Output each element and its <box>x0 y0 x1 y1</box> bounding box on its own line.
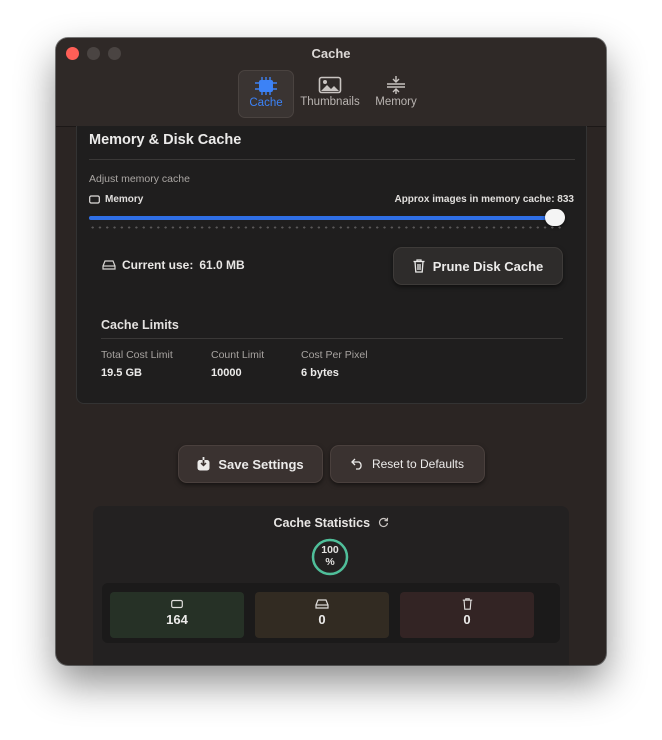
window-title: Cache <box>311 46 351 61</box>
save-settings-label: Save Settings <box>218 456 304 472</box>
slider-thumb[interactable] <box>545 209 566 226</box>
photo-icon <box>318 76 342 94</box>
memory-label-text: Memory <box>105 194 144 205</box>
count-limit-value: 10000 <box>211 367 242 379</box>
count-limit-label: Count Limit <box>211 349 265 361</box>
reset-to-defaults-label: Reset to Defaults <box>371 457 465 471</box>
tab-thumbnails-label: Thumbnails <box>300 96 360 108</box>
current-use: Current use: 61.0 MB <box>102 258 245 272</box>
stats-row: 164 0 0 <box>102 583 560 643</box>
hit-rate-text: 100 % <box>311 544 349 568</box>
reset-to-defaults-button[interactable]: Reset to Defaults <box>330 445 485 483</box>
current-use-label: Current use: <box>122 258 194 272</box>
disk-count-value: 0 <box>318 612 326 627</box>
current-use-value: 61.0 MB <box>199 258 245 272</box>
undo-icon <box>351 458 362 470</box>
divider <box>101 338 563 339</box>
tab-cache-label: Cache <box>249 97 283 109</box>
divider <box>89 159 575 160</box>
evicted-count-card: 0 <box>400 592 534 638</box>
slider-fill <box>89 216 556 220</box>
trash-icon <box>413 259 425 273</box>
hit-rate-unit: % <box>325 556 335 568</box>
cache-statistics-title: Cache Statistics <box>93 516 569 530</box>
prune-label: Prune Disk Cache <box>432 258 544 274</box>
trash-icon <box>462 598 472 610</box>
approx-images-label: Approx images in memory cache: 833 <box>394 194 574 205</box>
tab-cache[interactable]: Cache <box>238 70 294 118</box>
tab-memory[interactable]: Memory <box>370 70 422 116</box>
chip-icon <box>255 77 277 95</box>
cost-per-pixel-value: 6 bytes <box>301 367 339 379</box>
cache-statistics-label: Cache Statistics <box>273 516 371 530</box>
prune-disk-cache-button[interactable]: Prune Disk Cache <box>393 247 563 285</box>
adjust-memory-label: Adjust memory cache <box>89 173 190 185</box>
compress-icon <box>387 76 405 94</box>
cost-per-pixel-label: Cost Per Pixel <box>301 349 368 361</box>
hit-rate-value: 100 <box>321 544 339 556</box>
cache-limits-title: Cache Limits <box>101 318 179 332</box>
memory-label: Memory <box>89 194 143 205</box>
save-settings-button[interactable]: Save Settings <box>178 445 323 483</box>
evicted-count-value: 0 <box>463 612 471 627</box>
memory-icon <box>171 599 183 609</box>
tab-memory-label: Memory <box>375 96 417 108</box>
total-cost-limit-label: Total Cost Limit <box>101 349 173 361</box>
refresh-icon[interactable] <box>378 517 389 528</box>
disk-count-card: 0 <box>255 592 389 638</box>
slider-ticks <box>89 226 565 229</box>
save-icon <box>197 457 210 471</box>
memory-icon <box>89 195 100 204</box>
memory-disk-cache-panel: Memory & Disk Cache Adjust memory cache … <box>76 126 587 404</box>
total-cost-limit-value: 19.5 GB <box>101 367 142 379</box>
memory-count-card: 164 <box>110 592 244 638</box>
disk-icon <box>102 260 116 270</box>
titlebar: Cache Cache Thumbnails Memory <box>56 38 606 127</box>
memory-count-value: 164 <box>166 612 188 627</box>
tab-thumbnails[interactable]: Thumbnails <box>298 70 362 116</box>
memory-cache-slider[interactable] <box>89 209 566 226</box>
cache-window: Cache Cache Thumbnails Memory Memory & D… <box>56 38 606 665</box>
disk-icon <box>315 599 329 609</box>
cache-statistics-panel: Cache Statistics 100 % 164 0 0 <box>93 506 569 665</box>
panel-title: Memory & Disk Cache <box>89 132 242 148</box>
